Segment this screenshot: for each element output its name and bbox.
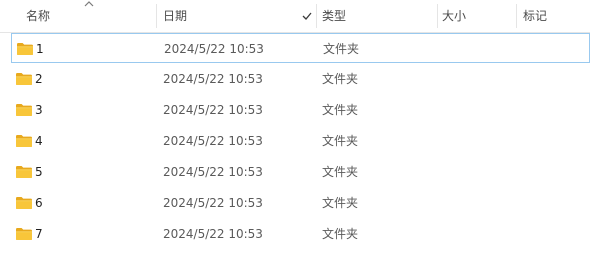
column-header-size-label: 大小 [442,9,467,23]
folder-icon [15,196,33,210]
file-name: 2 [35,72,43,86]
file-type: 文件夹 [322,227,359,241]
column-header-type-label: 类型 [322,9,347,23]
file-date: 2024/5/22 10:53 [163,196,263,210]
file-name: 4 [35,134,43,148]
folder-icon [15,165,33,179]
file-date: 2024/5/22 10:53 [163,72,263,86]
file-type: 文件夹 [322,134,359,148]
file-row[interactable]: 5 2024/5/22 10:53 文件夹 [11,157,590,187]
column-header-date-label: 日期 [163,9,188,23]
file-date: 2024/5/22 10:53 [164,42,264,56]
folder-icon [15,72,33,86]
file-row[interactable]: 2 2024/5/22 10:53 文件夹 [11,64,590,94]
file-name: 3 [35,103,43,117]
file-date: 2024/5/22 10:53 [163,227,263,241]
file-date: 2024/5/22 10:53 [163,134,263,148]
column-header-type[interactable]: 类型 [317,0,437,32]
file-type: 文件夹 [322,103,359,117]
column-header-size[interactable]: 大小 [438,0,516,32]
file-type: 文件夹 [322,72,359,86]
folder-icon [15,103,33,117]
file-row[interactable]: 6 2024/5/22 10:53 文件夹 [11,188,590,218]
file-name: 1 [36,42,44,56]
file-type: 文件夹 [322,196,359,210]
file-row[interactable]: 7 2024/5/22 10:53 文件夹 [11,219,590,249]
check-icon [302,12,312,20]
folder-icon [15,227,33,241]
column-header-date[interactable]: 日期 [157,0,316,32]
folder-icon [16,42,34,56]
file-name: 5 [35,165,43,179]
column-header-bar: 名称 日期 类型 大小 标记 [0,0,590,33]
file-date: 2024/5/22 10:53 [163,103,263,117]
file-row[interactable]: 3 2024/5/22 10:53 文件夹 [11,95,590,125]
file-type: 文件夹 [323,42,360,56]
column-header-tags-label: 标记 [523,9,548,23]
column-header-name-label: 名称 [26,9,51,23]
column-header-name[interactable]: 名称 [0,0,156,32]
column-header-tags[interactable]: 标记 [517,0,590,32]
file-name: 6 [35,196,43,210]
file-name: 7 [35,227,43,241]
file-row[interactable]: 4 2024/5/22 10:53 文件夹 [11,126,590,156]
folder-icon [15,134,33,148]
file-date: 2024/5/22 10:53 [163,165,263,179]
sort-ascending-icon [84,1,94,7]
file-row[interactable]: 1 2024/5/22 10:53 文件夹 [11,33,590,63]
file-type: 文件夹 [322,165,359,179]
